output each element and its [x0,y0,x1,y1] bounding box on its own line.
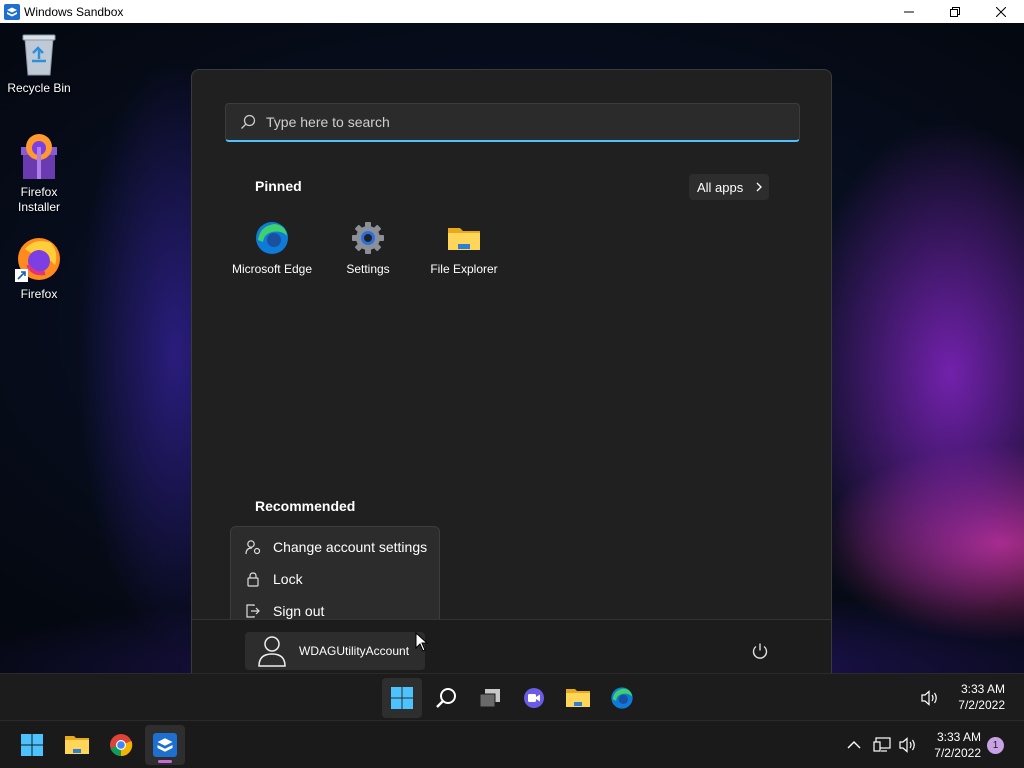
edge-icon [256,222,288,254]
desktop-icon-recycle-bin[interactable]: Recycle Bin [1,31,77,96]
host-sandbox-button[interactable] [145,725,185,765]
recycle-bin-icon [22,34,56,76]
host-start-button[interactable] [12,725,52,765]
power-icon [752,643,768,659]
sandbox-clock[interactable]: 3:33 AM 7/2/2022 [948,681,1005,713]
power-button[interactable] [747,638,773,664]
firefox-icon [15,238,60,282]
recommended-section-title: Recommended [255,498,356,514]
desktop-icon-firefox[interactable]: Firefox [1,235,77,302]
network-button[interactable] [868,725,896,765]
folder-icon [566,689,590,707]
chat-button[interactable] [514,678,554,718]
desktop: Recycle Bin Firefox Installer Firefox Ty… [0,23,1024,673]
menu-item-label: Sign out [273,603,325,619]
change-account-settings-item[interactable]: Change account settings [231,531,439,563]
volume-button[interactable] [910,678,950,718]
taskbar-search-button[interactable] [426,678,466,718]
firefox-installer-icon [21,134,57,179]
desktop-icon-label: Recycle Bin [7,81,71,95]
restore-button[interactable] [932,0,978,23]
all-apps-button[interactable]: All apps [689,174,769,200]
network-icon [873,737,891,752]
clock-date: 7/2/2022 [958,698,1005,712]
sandbox-app-icon [153,733,177,757]
taskbar-edge-button[interactable] [602,678,642,718]
user-name: WDAGUtilityAccount [299,644,410,658]
task-view-button[interactable] [470,678,510,718]
notification-badge[interactable]: 1 [987,737,1004,754]
folder-icon [65,736,89,754]
menu-item-label: Lock [273,571,303,587]
pinned-app-file-explorer[interactable]: File Explorer [416,220,512,276]
windows-logo-icon [21,734,43,756]
lock-item[interactable]: Lock [231,563,439,595]
minimize-icon [904,11,914,12]
sign-out-icon [246,604,260,618]
menu-item-label: Change account settings [273,539,428,555]
search-input[interactable] [266,114,766,130]
host-taskbar: 3:33 AM 7/2/2022 1 [0,720,1024,768]
start-button[interactable] [382,678,422,718]
account-settings-icon [245,540,261,555]
active-app-indicator [158,760,172,763]
chrome-icon [110,734,133,757]
sandbox-app-icon [4,3,20,20]
clock-time: 3:33 AM [936,730,981,744]
search-icon [241,114,256,129]
chevron-right-icon [756,182,763,192]
minimize-button[interactable] [886,0,932,23]
clock-time: 3:33 AM [960,682,1005,696]
pinned-section-title: Pinned [255,178,302,194]
show-hidden-icons-button[interactable] [836,725,872,765]
pinned-app-label: Settings [346,262,390,276]
user-avatar-icon [258,636,286,667]
window-titlebar: Windows Sandbox [0,0,1024,23]
windows-logo-icon [391,687,413,709]
gear-icon [352,222,384,254]
close-icon [996,6,1006,17]
host-clock[interactable]: 3:33 AM 7/2/2022 [924,729,981,761]
sandbox-taskbar: 3:33 AM 7/2/2022 [0,673,1024,720]
pinned-app-label: File Explorer [430,262,498,276]
close-button[interactable] [978,0,1024,23]
window-title: Windows Sandbox [24,4,124,19]
lock-icon [247,572,259,587]
volume-icon [899,737,915,753]
pinned-app-label: Microsoft Edge [231,262,313,276]
folder-icon [448,228,480,250]
host-volume-button[interactable] [894,725,922,765]
all-apps-label: All apps [697,179,744,195]
account-context-menu: Change account settings Lock Sign out [230,526,440,626]
chevron-up-icon [847,741,861,749]
mouse-cursor-icon [415,632,429,652]
desktop-icon-firefox-installer[interactable]: Firefox Installer [1,131,77,215]
edge-icon [611,687,633,709]
chat-icon [524,688,544,708]
restore-icon [950,6,960,17]
host-file-explorer-button[interactable] [57,725,97,765]
clock-date: 7/2/2022 [934,746,981,760]
pinned-app-edge[interactable]: Microsoft Edge [224,220,320,276]
start-menu: Pinned All apps Microsoft Edge [191,69,832,673]
task-view-icon [479,689,500,708]
start-footer: WDAGUtilityAccount [192,619,831,673]
desktop-icon-label: Firefox [20,287,58,301]
volume-icon [921,690,937,706]
host-chrome-button[interactable] [101,725,141,765]
user-account-button[interactable]: WDAGUtilityAccount [245,632,425,670]
search-icon [436,688,456,708]
pinned-app-settings[interactable]: Settings [320,220,416,276]
taskbar-file-explorer-button[interactable] [558,678,598,718]
desktop-icon-label: Firefox Installer [17,185,61,214]
start-search-box[interactable] [225,103,800,142]
